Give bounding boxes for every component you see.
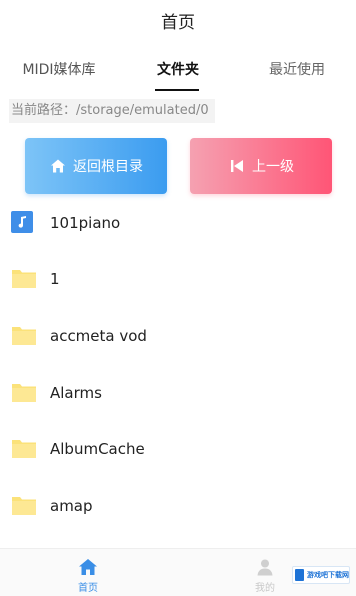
file-name: 1 [50, 270, 60, 288]
up-one-level-button[interactable]: 上一级 [190, 138, 332, 194]
folder-icon [11, 437, 36, 459]
list-item[interactable]: Alarms [0, 365, 356, 421]
nav-home-label: 首页 [78, 583, 98, 594]
music-file-icon [11, 211, 35, 233]
site-watermark: 游戏吧下载网 [292, 566, 350, 584]
back-to-root-button[interactable]: 返回根目录 [25, 138, 167, 194]
file-name: amap [50, 497, 93, 515]
list-item[interactable]: accmeta vod [0, 308, 356, 364]
home-icon [78, 557, 98, 577]
watermark-logo-icon [295, 569, 304, 581]
back-to-root-label: 返回根目录 [73, 159, 143, 175]
user-icon [255, 557, 275, 577]
folder-icon [11, 267, 36, 289]
tab-midi-library[interactable]: MIDI媒体库 [0, 50, 118, 90]
page-title: 首页 [161, 13, 195, 33]
tab-folder[interactable]: 文件夹 [119, 50, 237, 90]
file-name: Alarms [50, 384, 102, 402]
list-item[interactable]: 1 [0, 251, 356, 307]
current-path: 当前路径：/storage/emulated/0 [9, 99, 215, 123]
file-name: accmeta vod [50, 327, 147, 345]
list-item[interactable]: 101piano [0, 195, 356, 251]
tab-bar: MIDI媒体库 文件夹 最近使用 [0, 50, 356, 91]
up-one-level-label: 上一级 [252, 159, 294, 175]
list-item[interactable]: amap [0, 478, 356, 534]
skip-back-icon [228, 157, 246, 175]
file-name: 101piano [50, 214, 121, 232]
file-name: AlbumCache [50, 440, 145, 458]
folder-icon [11, 381, 36, 403]
watermark-text: 游戏吧下载网 [307, 571, 349, 579]
active-tab-indicator [155, 89, 199, 91]
list-item[interactable]: AlbumCache [0, 421, 356, 477]
folder-icon [11, 494, 36, 516]
folder-icon [11, 324, 36, 346]
nav-home[interactable]: 首页 [28, 549, 148, 596]
home-icon [49, 157, 67, 175]
tab-recent[interactable]: 最近使用 [238, 50, 356, 90]
